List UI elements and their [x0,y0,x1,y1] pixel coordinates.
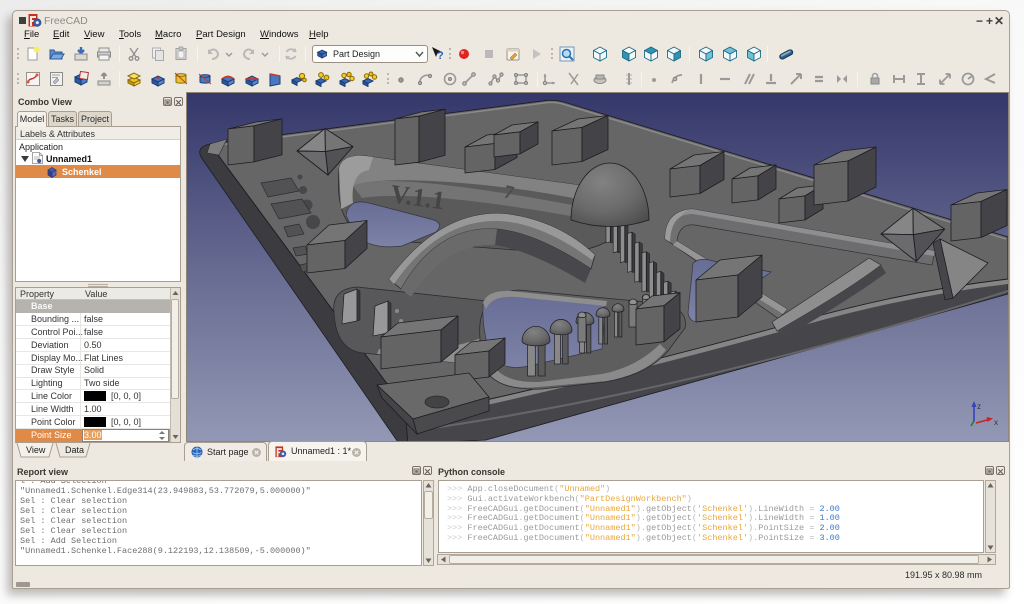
svg-text:x: x [994,418,998,427]
svg-text:Data: Data [65,445,84,455]
svg-text:z: z [977,402,981,411]
svg-text:?: ? [437,50,444,62]
svg-text:View: View [26,445,46,455]
